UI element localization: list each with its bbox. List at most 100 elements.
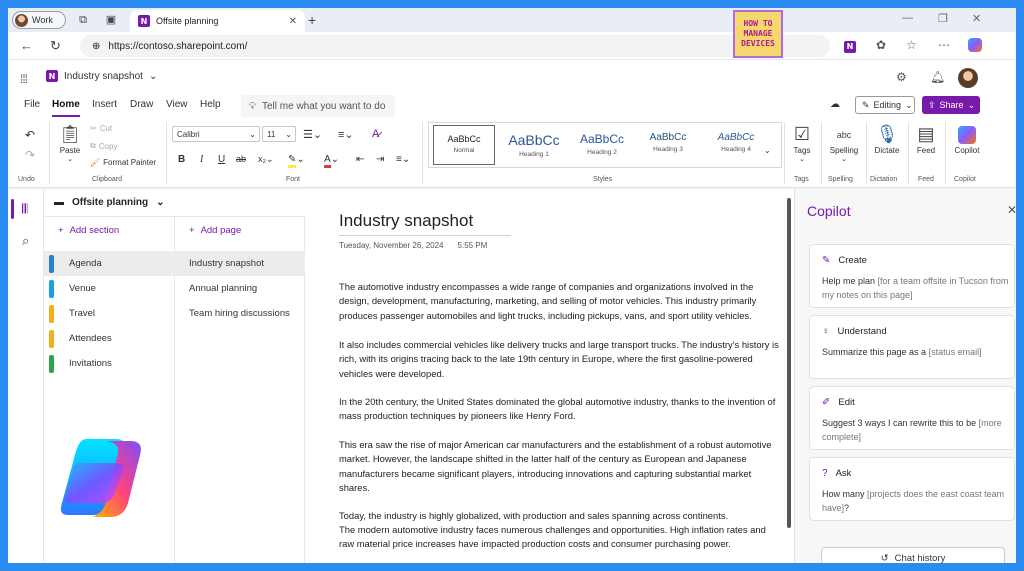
refresh-icon[interactable]: ↻ [50, 38, 61, 54]
new-tab-icon[interactable]: + [308, 12, 316, 28]
app-title[interactable]: N Industry snapshot ⌄ [46, 70, 157, 82]
browser-titlebar: Work ⧉ ▣ N Offsite planning ✕ + — ❐ ✕ [8, 8, 1016, 32]
dictate-button[interactable]: 🎙︎ Dictate [870, 124, 904, 155]
spelling-button[interactable]: abc Spelling ⌄ [824, 124, 864, 163]
align-icon[interactable]: ≡⌄ [396, 154, 410, 165]
menu-home[interactable]: Home [52, 99, 80, 110]
font-size-dropdown[interactable]: 11 ⌄ [262, 126, 296, 142]
menu-insert[interactable]: Insert [92, 99, 117, 110]
section-venue[interactable]: Venue [44, 276, 175, 301]
close-tab-icon[interactable]: ✕ [289, 16, 297, 27]
copilot-pane: Copilot ✕ ✎ Create Help me plan [for a te… [794, 189, 1016, 563]
address-bar[interactable]: ⊕ https://contoso.sharepoint.com/ [80, 35, 830, 57]
onenote-extension-icon[interactable]: N [844, 38, 856, 53]
body-paragraph[interactable]: Today, the industry is highly globalized… [339, 509, 779, 523]
format-painter-button[interactable]: 🖌︎ Format Painter [90, 158, 156, 167]
notebook-selector[interactable]: ▬ Offsite planning ⌄ [44, 189, 305, 217]
share-button[interactable]: ⇪ Share ⌄ [922, 96, 980, 114]
menu-draw[interactable]: Draw [130, 99, 153, 110]
clear-formatting-icon[interactable]: A̷ [372, 128, 379, 140]
editing-mode-button[interactable]: ✎ Editing ⌄ [855, 96, 915, 114]
body-paragraph[interactable]: In the 20th century, the United States d… [339, 395, 779, 424]
close-window-icon[interactable]: ✕ [972, 12, 981, 25]
strikethrough-icon[interactable]: ab [236, 154, 246, 164]
tags-button[interactable]: ☑ Tags ⌄ [788, 124, 816, 163]
chat-history-button[interactable]: ↺ Chat history [821, 547, 1005, 563]
style-heading-2[interactable]: AaBbCc Heading 2 [569, 125, 635, 165]
maximize-icon[interactable]: ❐ [938, 12, 948, 25]
menu-view[interactable]: View [166, 99, 188, 110]
chevron-down-icon: ⌄ [967, 99, 976, 110]
settings-icon[interactable]: ⚙ [896, 70, 907, 84]
body-paragraph[interactable]: The modern automotive industry faces num… [339, 523, 779, 552]
tab-actions-icon[interactable]: ▣ [104, 13, 118, 27]
style-heading-4[interactable]: AaBbCc Heading 4 [703, 125, 769, 165]
style-heading-1[interactable]: AaBbCc Heading 1 [501, 125, 567, 165]
body-paragraph[interactable]: This era saw the rise of major American … [339, 438, 779, 495]
page-item[interactable]: Industry snapshot [175, 251, 305, 276]
account-avatar[interactable] [958, 68, 978, 88]
copilot-ribbon-button[interactable]: Copilot [950, 124, 984, 155]
style-heading-3[interactable]: AaBbCc Heading 3 [635, 125, 701, 165]
styles-expand-icon[interactable]: ⌄ [764, 146, 771, 155]
body-paragraph[interactable]: It also includes commercial vehicles lik… [339, 338, 779, 381]
profile-button[interactable]: Work [12, 11, 66, 29]
sync-status-icon[interactable]: ☁ [830, 99, 840, 110]
bold-icon[interactable]: B [178, 154, 185, 165]
minimize-icon[interactable]: — [902, 12, 913, 24]
notebooks-icon[interactable]: 𝄃𝄃 [22, 201, 28, 217]
extensions-icon[interactable]: ✿ [876, 38, 886, 52]
subscript-icon[interactable]: x₂⌄ [258, 154, 274, 165]
page-scrollbar[interactable] [787, 198, 791, 528]
copilot-prompt-card[interactable]: ✐ Edit Suggest 3 ways I can rewrite this … [809, 386, 1015, 450]
numbering-icon[interactable]: ≡⌄ [338, 128, 354, 141]
body-paragraph[interactable]: The automotive industry encompasses a wi… [339, 280, 779, 323]
menu-file[interactable]: File [24, 99, 40, 110]
page-item[interactable]: Team hiring discussions [175, 301, 305, 326]
section-invitations[interactable]: Invitations [44, 351, 175, 376]
section-agenda[interactable]: Agenda [44, 251, 175, 276]
redo-icon[interactable]: ↷ [25, 148, 35, 162]
left-rail: 𝄃𝄃 ⌕ [8, 189, 44, 563]
section-color-tab [49, 279, 54, 298]
paste-button[interactable]: 📋︎ Paste ⌄ [56, 124, 84, 163]
feed-button[interactable]: ▤ Feed [912, 124, 940, 155]
copilot-browser-icon[interactable] [968, 38, 982, 55]
lightbulb-icon: 💡︎ [249, 100, 256, 112]
outdent-icon[interactable]: ⇤ [356, 154, 364, 165]
copilot-prompt-card[interactable]: ? Ask How many [projects does the east co… [809, 457, 1015, 521]
search-icon[interactable]: ⌕ [22, 233, 29, 249]
add-section-button[interactable]: + Add section [58, 225, 119, 236]
brush-icon: 🖌︎ [90, 158, 101, 167]
copilot-prompt-card[interactable]: ♀ Understand Summarize this page as a [st… [809, 315, 1015, 379]
font-color-icon[interactable]: A⌄ [324, 154, 339, 168]
page-title[interactable]: Industry snapshot [339, 211, 511, 236]
section-travel[interactable]: Travel [44, 301, 175, 326]
copilot-prompt-card[interactable]: ✎ Create Help me plan [for a team offsite… [809, 244, 1015, 308]
copy-button[interactable]: ⧉ Copy [90, 141, 117, 151]
close-icon[interactable]: ✕ [1007, 203, 1016, 217]
indent-icon[interactable]: ⇥ [376, 154, 384, 165]
menu-help[interactable]: Help [200, 99, 221, 110]
page-canvas[interactable]: Industry snapshot Tuesday, November 26, … [305, 189, 789, 563]
browser-tab[interactable]: N Offsite planning ✕ [130, 10, 305, 32]
font-name-dropdown[interactable]: Calibri ⌄ [172, 126, 260, 142]
cut-button[interactable]: ✂ Cut [90, 124, 112, 133]
more-icon[interactable]: ⋯ [938, 38, 950, 52]
tell-me-search[interactable]: 💡︎ Tell me what you want to do [241, 95, 395, 117]
workspaces-icon[interactable]: ⧉ [76, 13, 90, 27]
underline-icon[interactable]: U [218, 154, 225, 165]
undo-icon[interactable]: ↶ [25, 128, 35, 142]
bullets-icon[interactable]: ☰⌄ [303, 128, 322, 141]
style-normal[interactable]: AaBbCc Normal [433, 125, 495, 165]
add-page-button[interactable]: + Add page [189, 225, 241, 236]
highlight-icon[interactable]: ✎⌄ [288, 154, 305, 168]
back-icon[interactable]: ← [20, 38, 33, 53]
page-item[interactable]: Annual planning [175, 276, 305, 301]
section-attendees[interactable]: Attendees [44, 326, 175, 351]
app-launcher-icon[interactable]: ⁞⁞⁞ [20, 72, 28, 86]
italic-icon[interactable]: I [200, 154, 203, 165]
lightbulb-icon: ♀ [822, 326, 830, 337]
notifications-icon[interactable]: 🔔︎ [930, 70, 945, 84]
favorites-icon[interactable]: ☆ [906, 38, 917, 52]
